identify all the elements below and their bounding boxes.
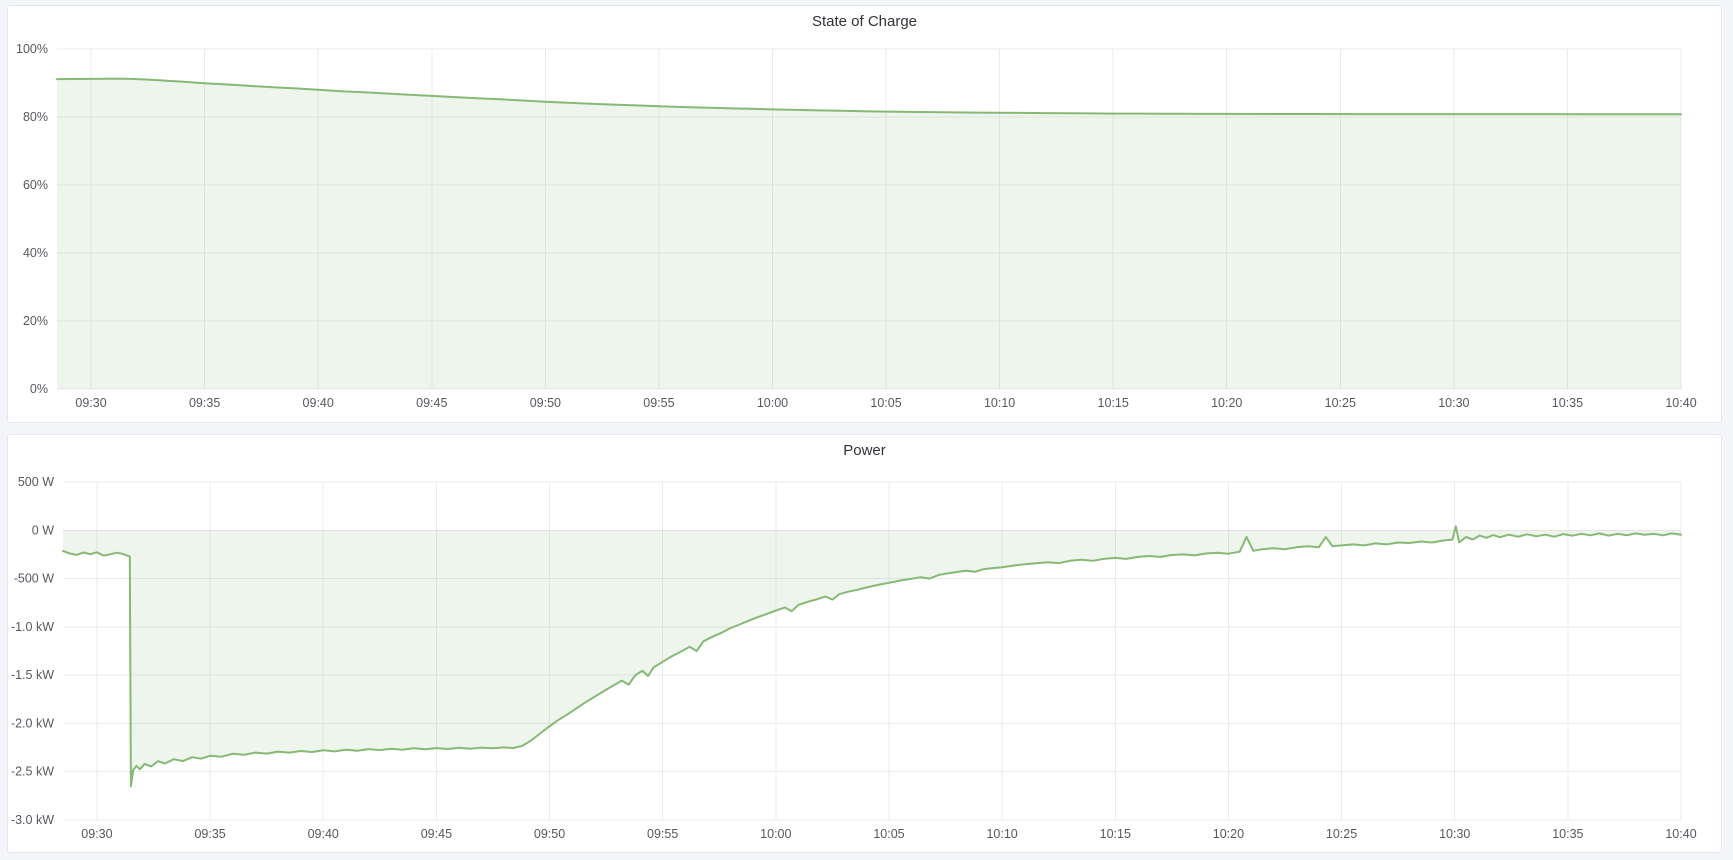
y-axis-tick-label: -2.0 kW: [11, 716, 54, 730]
series-area: [63, 526, 1681, 786]
x-axis-tick-label: 10:05: [873, 827, 904, 841]
x-axis-tick-label: 09:40: [308, 827, 339, 841]
x-axis-tick-label: 09:30: [81, 827, 112, 841]
dashboard: State of Charge 0%20%40%60%80%100%09:300…: [0, 0, 1733, 860]
x-axis-tick-label: 10:20: [1213, 827, 1244, 841]
x-axis-tick-label: 10:10: [986, 827, 1017, 841]
x-axis-tick-label: 10:05: [870, 396, 901, 410]
y-axis-tick-label: -1.0 kW: [11, 620, 54, 634]
x-axis-tick-label: 09:45: [421, 827, 452, 841]
x-axis-tick-label: 10:35: [1552, 396, 1583, 410]
y-axis-tick-label: 20%: [23, 314, 48, 328]
y-axis-tick-label: 0 W: [32, 523, 54, 537]
y-axis-tick-label: 80%: [23, 110, 48, 124]
x-axis-tick-label: 10:00: [760, 827, 791, 841]
y-axis-tick-label: 40%: [23, 246, 48, 260]
panel-title-state-of-charge[interactable]: State of Charge: [8, 6, 1721, 36]
series-area: [57, 79, 1681, 389]
x-axis-tick-label: 09:30: [75, 396, 106, 410]
x-axis-tick-label: 10:00: [757, 396, 788, 410]
x-axis-tick-label: 09:35: [194, 827, 225, 841]
state-of-charge-chart[interactable]: 0% 20% 40% 60% 80% 100% 09:30 09:35 09:40 09:45 09…: [8, 36, 1721, 422]
x-axis-tick-label: 10:20: [1211, 396, 1242, 410]
x-axis-tick-label: 10:15: [1098, 396, 1129, 410]
x-axis-tick-label: 09:50: [534, 827, 565, 841]
x-axis-tick-label: 10:15: [1100, 827, 1131, 841]
y-axis-tick-label: 0%: [30, 382, 48, 396]
panel-title-power[interactable]: Power: [8, 435, 1721, 465]
power-chart[interactable]: -3.0 kW -2.5 kW -2.0 kW -1.5 kW -1.0 kW -500 …: [8, 465, 1721, 852]
y-axis-tick-label: -1.5 kW: [11, 668, 54, 682]
x-axis-tick-label: 09:55: [647, 827, 678, 841]
y-axis-tick-label: 60%: [23, 178, 48, 192]
x-axis-tick-label: 09:35: [189, 396, 220, 410]
x-axis-tick-label: 10:40: [1665, 827, 1696, 841]
x-axis-tick-label: 10:40: [1665, 396, 1696, 410]
x-axis-tick-label: 10:10: [984, 396, 1015, 410]
x-axis-tick-label: 10:30: [1439, 827, 1470, 841]
x-axis-tick-label: 09:45: [416, 396, 447, 410]
panel-state-of-charge: State of Charge 0%20%40%60%80%100%09:300…: [7, 5, 1722, 423]
x-axis-tick-label: 10:25: [1326, 827, 1357, 841]
y-axis-tick-label: 500 W: [18, 475, 54, 489]
x-axis-tick-label: 09:50: [530, 396, 561, 410]
y-axis-tick-label: -2.5 kW: [11, 765, 54, 779]
x-axis-tick-label: 10:30: [1438, 396, 1469, 410]
panel-power: Power -3.0 kW -2.5 kW -2.0 kW -1.5 kW -1.0 k…: [7, 434, 1722, 853]
x-axis-tick-label: 09:40: [303, 396, 334, 410]
x-axis-tick-label: 10:35: [1552, 827, 1583, 841]
y-axis-tick-label: -500 W: [14, 572, 54, 586]
y-axis-tick-label: 100%: [16, 42, 48, 56]
y-axis-tick-label: -3.0 kW: [11, 813, 54, 827]
x-axis-tick-label: 09:55: [643, 396, 674, 410]
x-axis-tick-label: 10:25: [1325, 396, 1356, 410]
